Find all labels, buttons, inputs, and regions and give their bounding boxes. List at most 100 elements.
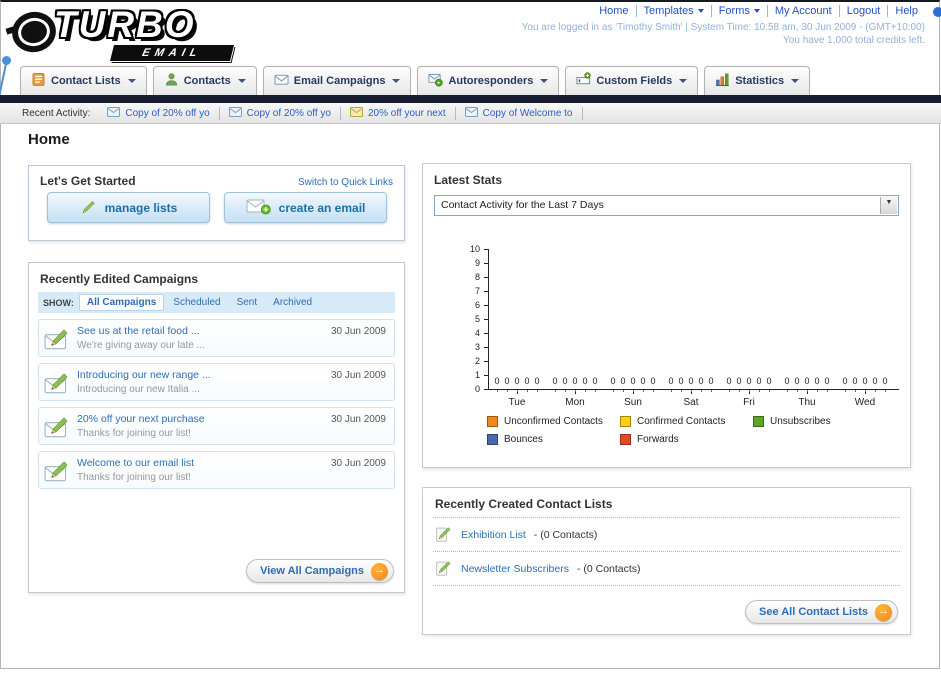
arrow-right-icon: [371, 562, 388, 580]
campaign-item[interactable]: See us at the retail food ... We're givi…: [38, 319, 395, 357]
campaign-subtitle: Introducing our new Italia ...: [77, 384, 200, 395]
tab-contacts[interactable]: Contacts: [152, 66, 257, 95]
value-tick: [691, 390, 692, 392]
contact-list-item: Newsletter Subscribers - (0 Contacts): [433, 552, 900, 586]
switch-quick-links-link[interactable]: Switch to Quick Links: [298, 177, 393, 188]
campaign-date: 30 Jun 2009: [330, 326, 386, 337]
y-tick: [484, 305, 488, 306]
value-tick: [807, 390, 808, 392]
campaign-subtitle: Thanks for joining our list!: [77, 472, 191, 483]
nav-templates[interactable]: Templates: [637, 5, 712, 17]
y-axis-line: [488, 249, 489, 390]
value-tick: [595, 390, 596, 392]
tab-label: Contact Lists: [51, 75, 121, 87]
get-started-panel: Let's Get Started Switch to Quick Links …: [28, 165, 405, 241]
contact-list-link[interactable]: Newsletter Subscribers: [461, 563, 569, 575]
chevron-down-icon: [237, 79, 246, 83]
nav-logout[interactable]: Logout: [840, 5, 889, 17]
recent-activity-item-4[interactable]: Copy of Welcome to: [456, 106, 583, 120]
value-tick: [681, 390, 682, 392]
legend-swatch: [620, 433, 631, 445]
campaign-envelope-icon: [228, 106, 242, 120]
campaign-filters: SHOW: All Campaigns Scheduled Sent Archi…: [38, 292, 395, 313]
campaign-subtitle: Thanks for joining our list!: [77, 428, 191, 439]
x-axis-label: Fri: [743, 397, 755, 408]
campaign-envelope-icon: [107, 106, 121, 120]
edit-campaign-icon: [44, 369, 72, 397]
x-axis-label: Wed: [854, 397, 876, 408]
filter-scheduled[interactable]: Scheduled: [166, 295, 227, 310]
tab-autoresponders[interactable]: Autoresponders: [417, 66, 560, 95]
create-email-button[interactable]: create an email: [224, 192, 387, 223]
button-label: See All Contact Lists: [758, 606, 868, 618]
credits-text: You have 1,000 total credits left.: [783, 35, 925, 46]
y-axis-label: 6: [474, 300, 480, 310]
login-info: You are logged in as 'Timothy Smith' | S…: [522, 21, 925, 47]
value-tick: [653, 390, 654, 392]
manage-lists-button[interactable]: manage lists: [47, 192, 210, 223]
value-tick: [701, 390, 702, 392]
value-label: 0: [708, 376, 714, 386]
y-axis-label: 7: [474, 286, 480, 296]
campaign-item[interactable]: Introducing our new range ... Introducin…: [38, 363, 395, 401]
y-tick: [484, 291, 488, 292]
turbo-email-logo[interactable]: TURBO EMAIL: [5, 4, 282, 62]
tab-email-campaigns[interactable]: Email Campaigns: [262, 66, 412, 95]
campaign-item[interactable]: 20% off your next purchase Thanks for jo…: [38, 407, 395, 445]
chevron-down-icon: [540, 79, 549, 83]
chevron-down-icon: [392, 79, 401, 83]
value-tick: [711, 390, 712, 392]
recent-activity-item-1[interactable]: Copy of 20% off yo: [98, 106, 220, 120]
y-axis-label: 5: [474, 314, 480, 324]
nav-home[interactable]: Home: [592, 5, 637, 17]
legend-item: Confirmed Contacts: [620, 412, 753, 430]
recent-activity-item-2[interactable]: Copy of 20% off yo: [220, 106, 341, 120]
contact-lists-panel-title: Recently Created Contact Lists: [433, 488, 900, 518]
filter-sent[interactable]: Sent: [230, 295, 265, 310]
top-navigation: Home Templates Forms My Account Logout H…: [592, 5, 925, 17]
button-label: manage lists: [104, 200, 178, 215]
nav-forms[interactable]: Forms: [712, 5, 768, 17]
campaign-subtitle: We're giving away our late ...: [77, 340, 205, 351]
see-all-contact-lists-button[interactable]: See All Contact Lists: [744, 600, 898, 624]
y-axis-label: 2: [474, 356, 480, 366]
y-tick: [484, 347, 488, 348]
legend-item: Unsubscribes: [753, 412, 886, 430]
filter-archived[interactable]: Archived: [266, 295, 319, 310]
campaign-item[interactable]: Welcome to our email list Thanks for joi…: [38, 451, 395, 489]
nav-help[interactable]: Help: [888, 5, 925, 17]
value-label: 0: [534, 376, 540, 386]
value-tick: [855, 390, 856, 392]
tab-contact-lists[interactable]: Contact Lists: [20, 66, 147, 95]
contact-activity-chart: 0 1 2 3 4 5 6 7 8 9 10 Tue 0 0 0 0 0 Mon 0 0 0 0 0 Sun 0 0 0 0 0 Sat 0…: [435, 242, 901, 408]
turbo-email-dashboard: TURBO EMAIL Home Templates Forms My Acco…: [0, 0, 941, 683]
edit-campaign-icon: [44, 325, 72, 353]
show-label: SHOW:: [43, 297, 74, 308]
tab-statistics[interactable]: Statistics: [704, 66, 811, 95]
chevron-down-icon: [791, 79, 800, 83]
value-tick: [817, 390, 818, 392]
legend-swatch: [753, 415, 764, 427]
tab-custom-fields[interactable]: Custom Fields: [565, 66, 699, 95]
statistics-icon: [715, 72, 730, 90]
value-tick: [787, 390, 788, 392]
x-axis-line: [488, 389, 899, 390]
stats-activity-select[interactable]: Contact Activity for the Last 7 Days: [434, 195, 899, 216]
stats-panel-title: Latest Stats: [434, 173, 503, 187]
page-title: Home: [28, 131, 70, 148]
custom-fields-icon: [576, 72, 592, 90]
chart-legend: Unconfirmed Contacts Confirmed Contacts …: [487, 412, 889, 448]
campaigns-panel-title: Recently Edited Campaigns: [40, 272, 199, 286]
value-label: 0: [824, 376, 830, 386]
dropdown-arrow-icon[interactable]: [880, 197, 897, 214]
view-all-campaigns-button[interactable]: View All Campaigns: [246, 559, 394, 583]
autoresponders-icon: [428, 72, 444, 90]
logo-secondary-text: EMAIL: [110, 45, 234, 61]
decorative-blue-dot-right: [933, 7, 941, 17]
recent-activity-bar: Recent Activity: Copy of 20% off yo Copy…: [0, 103, 941, 124]
recent-activity-item-3[interactable]: 20% off your next: [341, 106, 456, 120]
pencil-icon: [80, 198, 97, 218]
contact-list-link[interactable]: Exhibition List: [461, 529, 526, 541]
filter-all-campaigns[interactable]: All Campaigns: [78, 294, 165, 311]
nav-my-account[interactable]: My Account: [768, 5, 840, 17]
